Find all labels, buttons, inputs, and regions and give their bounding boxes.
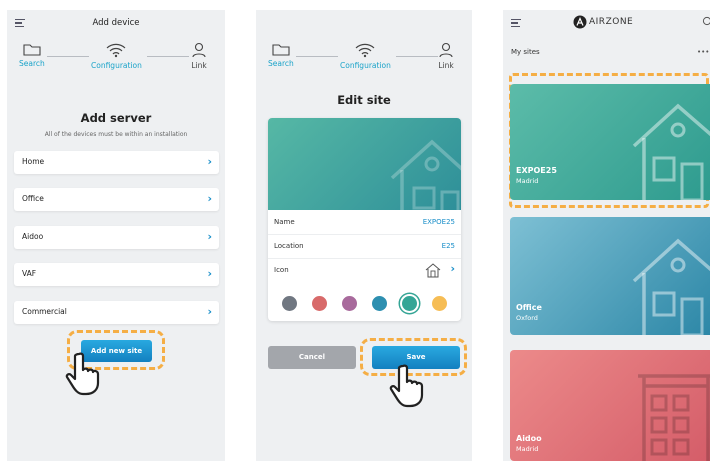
cancel-button[interactable]: Cancel	[268, 346, 356, 369]
wifi-icon	[356, 43, 375, 58]
site-type-item-commercial[interactable]: Commercial ›	[14, 301, 219, 324]
my-sites-screen: AIRZONE My sites ••• EXPOE25 Madrid Offi…	[503, 10, 710, 461]
user-icon	[192, 42, 206, 58]
color-swatch[interactable]	[372, 296, 387, 311]
site-type-item-home[interactable]: Home ›	[14, 151, 219, 174]
screen-title: Add device	[92, 18, 140, 28]
site-location: Madrid	[516, 177, 539, 185]
step-search: Search	[268, 42, 294, 68]
site-edit-card: Name EXPOE25 Location E25 Icon ›	[268, 118, 461, 321]
site-location: Madrid	[516, 445, 539, 453]
menu-icon[interactable]	[511, 19, 521, 27]
color-swatch[interactable]	[282, 296, 297, 311]
step-configuration: Configuration	[340, 42, 391, 70]
house-icon	[632, 103, 710, 200]
more-options-icon[interactable]: •••	[697, 48, 709, 56]
site-name: EXPOE25	[516, 166, 557, 175]
house-icon	[390, 139, 461, 218]
hand-pointer-icon	[389, 364, 424, 408]
user-icon	[439, 42, 453, 58]
site-preview-image	[268, 118, 461, 218]
setup-stepper: Search Configuration Link	[256, 42, 472, 82]
site-card-expoe25[interactable]: EXPOE25 Madrid	[510, 84, 710, 200]
top-bar: AIRZONE	[503, 10, 710, 40]
step-search: Search	[19, 42, 45, 68]
building-icon	[638, 374, 710, 461]
stepper-line	[296, 56, 338, 57]
search-icon[interactable]	[702, 16, 710, 26]
folder-icon	[23, 44, 41, 56]
step-configuration: Configuration	[91, 42, 142, 70]
site-type-item-office[interactable]: Office ›	[14, 188, 219, 211]
folder-icon	[272, 44, 290, 56]
setup-stepper: Search Configuration Link	[7, 42, 225, 82]
airzone-logo-icon	[573, 15, 587, 29]
site-type-item-aidoo[interactable]: Aidoo ›	[14, 226, 219, 249]
location-field[interactable]: Location E25	[268, 235, 461, 259]
site-location: Oxford	[516, 314, 538, 322]
page-heading: Edit site	[337, 93, 391, 107]
page-subheading: All of the devices must be within an ins…	[44, 131, 188, 138]
color-swatch[interactable]	[432, 296, 447, 311]
color-swatch[interactable]	[342, 296, 357, 311]
hand-pointer-icon	[65, 352, 100, 396]
step-link: Link	[191, 42, 207, 70]
chevron-right-icon: ›	[207, 155, 212, 168]
chevron-right-icon: ›	[207, 192, 212, 205]
chevron-right-icon: ›	[207, 230, 212, 243]
edit-site-screen: Search Configuration Link Edit site Name…	[256, 10, 472, 461]
page-heading: Add server	[80, 111, 152, 125]
house-icon	[425, 263, 441, 278]
name-field[interactable]: Name EXPOE25	[268, 211, 461, 235]
add-server-screen: Add device Search Configuration Link Add…	[7, 10, 225, 461]
site-card-aidoo[interactable]: Aidoo Madrid	[510, 350, 710, 461]
stepper-line	[396, 56, 438, 57]
icon-field[interactable]: Icon ›	[268, 259, 461, 283]
step-link: Link	[438, 42, 454, 70]
site-type-item-vaf[interactable]: VAF ›	[14, 263, 219, 286]
wifi-icon	[107, 43, 126, 58]
site-name: Aidoo	[516, 434, 542, 443]
chevron-right-icon: ›	[450, 262, 455, 275]
house-icon	[632, 238, 710, 335]
section-title: My sites	[511, 48, 540, 56]
chevron-right-icon: ›	[207, 305, 212, 318]
site-card-office[interactable]: Office Oxford	[510, 217, 710, 335]
color-swatch[interactable]	[312, 296, 327, 311]
chevron-right-icon: ›	[207, 267, 212, 280]
stepper-line	[147, 56, 189, 57]
color-swatch[interactable]	[402, 296, 417, 311]
stepper-line	[47, 56, 89, 57]
top-bar: Add device	[7, 10, 225, 40]
site-name: Office	[516, 303, 542, 312]
